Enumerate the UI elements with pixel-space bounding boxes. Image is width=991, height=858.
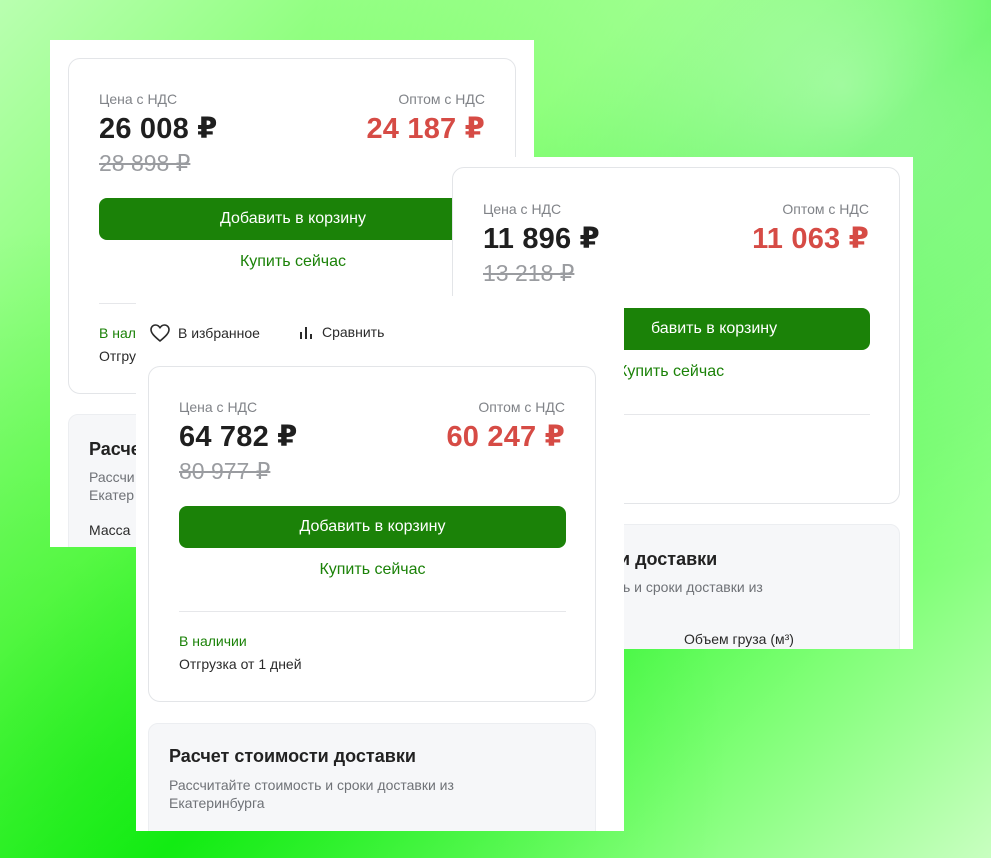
volume-label: Объем груза (м³) <box>684 631 794 647</box>
price-label: Цена с НДС <box>483 201 562 217</box>
delivery-subtitle: Рассчитайте стоимость и сроки доставки и… <box>169 777 454 811</box>
favorite-action[interactable]: В избранное <box>150 324 260 342</box>
product-screenshot-3: В избранное Сравнить Цена с НДС Оптом с … <box>136 296 624 831</box>
wholesale-label: Оптом с НДС <box>398 91 485 107</box>
wholesale-label: Оптом с НДС <box>478 399 565 415</box>
wholesale-price-value: 60 247 ₽ <box>446 421 565 453</box>
delivery-subtitle-line1: Рассчи <box>89 469 135 485</box>
price-value: 64 782 ₽ <box>179 421 298 453</box>
delivery-title: Расче <box>89 439 141 459</box>
add-to-cart-button[interactable]: Добавить в корзину <box>99 198 487 240</box>
delivery-subtitle-line2: Екатер <box>89 487 135 503</box>
compare-action[interactable]: Сравнить <box>298 324 384 340</box>
stock-status: В наличии <box>179 633 247 649</box>
price-label: Цена с НДС <box>99 91 178 107</box>
favorite-label: В избранное <box>178 325 260 341</box>
mass-label: Масса <box>89 522 131 538</box>
shipping-info: Отгрузка от 1 дней <box>179 656 302 672</box>
old-price: 13 218 ₽ <box>483 260 575 286</box>
delivery-card: Расчет стоимости доставки Рассчитайте ст… <box>148 723 596 831</box>
price-card: Цена с НДС Оптом с НДС 64 782 ₽ 60 247 ₽… <box>148 366 596 702</box>
delivery-title: и доставки <box>619 549 718 569</box>
old-price: 80 977 ₽ <box>179 458 271 484</box>
wholesale-price-value: 11 063 ₽ <box>752 223 869 255</box>
price-value: 26 008 ₽ <box>99 113 218 145</box>
shipping-info: Отгру <box>99 348 137 364</box>
old-price: 28 898 ₽ <box>99 150 191 176</box>
wholesale-label: Оптом с НДС <box>782 201 869 217</box>
price-label: Цена с НДС <box>179 399 258 415</box>
delivery-title: Расчет стоимости доставки <box>169 746 416 766</box>
heart-icon <box>150 324 170 342</box>
delivery-subtitle: ь и сроки доставки из <box>623 579 763 595</box>
buy-now-link[interactable]: Купить сейчас <box>618 363 724 381</box>
compare-label: Сравнить <box>322 324 385 340</box>
price-value: 11 896 ₽ <box>483 223 600 255</box>
buy-now-link[interactable]: Купить сейчас <box>99 253 487 271</box>
add-to-cart-label: бавить в корзину <box>651 320 778 337</box>
divider <box>179 611 566 612</box>
buy-now-link[interactable]: Купить сейчас <box>179 561 566 579</box>
bar-chart-icon <box>300 327 312 339</box>
wholesale-price-value: 24 187 ₽ <box>366 113 485 145</box>
add-to-cart-button[interactable]: Добавить в корзину <box>179 506 566 548</box>
